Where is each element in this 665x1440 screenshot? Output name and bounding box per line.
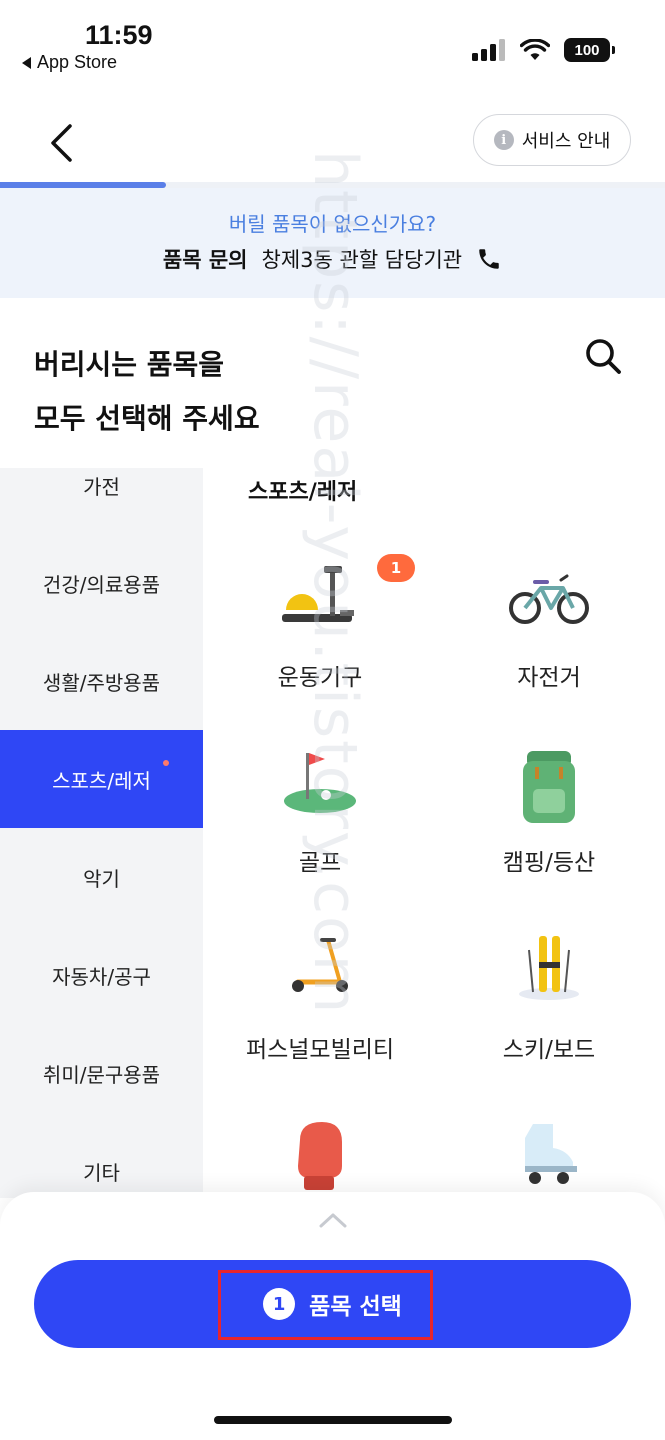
- treadmill-icon: [282, 566, 354, 622]
- header: i 서비스 안내: [0, 100, 665, 182]
- battery-indicator: 100: [564, 38, 615, 62]
- category-sports-leisure[interactable]: 스포츠/레저: [0, 730, 203, 828]
- item-personal-mobility[interactable]: 퍼스널모빌리티: [205, 932, 435, 1102]
- bottom-sheet: 1 품목 선택: [0, 1192, 665, 1440]
- back-triangle-icon: [22, 56, 31, 69]
- item-ski-board[interactable]: 스키/보드: [434, 932, 664, 1102]
- boxing-glove-icon: [298, 1122, 342, 1190]
- banner-question: 버릴 품목이 없으신가요?: [228, 212, 437, 236]
- status-time: 11:59: [85, 20, 153, 50]
- phone-icon[interactable]: [476, 246, 502, 272]
- chevron-up-icon[interactable]: [318, 1210, 348, 1230]
- category-label: 건강/의료용품: [42, 572, 161, 597]
- item-golf[interactable]: 골프: [205, 745, 435, 915]
- item-exercise-equipment[interactable]: 1 운동기구: [205, 554, 435, 730]
- page-title: 버리시는 품목을 모두 선택해 주세요: [34, 338, 260, 446]
- inquiry-label: 품목 문의: [162, 248, 248, 272]
- item-camping-hiking[interactable]: 캠핑/등산: [434, 745, 664, 915]
- chevron-left-icon: [51, 124, 72, 162]
- category-instruments[interactable]: 악기: [0, 828, 203, 926]
- category-living-kitchen[interactable]: 생활/주방용품: [0, 632, 203, 730]
- cellular-signal-icon: [472, 39, 505, 61]
- back-to-app-store[interactable]: App Store: [22, 52, 117, 73]
- back-app-label: App Store: [37, 52, 118, 72]
- status-icons: 100: [472, 38, 615, 62]
- search-icon[interactable]: [581, 334, 625, 378]
- home-indicator: [214, 1416, 452, 1424]
- status-bar: 11:59 App Store 100: [0, 0, 665, 80]
- select-items-label: 품목 선택: [309, 1294, 402, 1320]
- selected-count-badge: 1: [377, 554, 415, 582]
- bicycle-icon: [509, 574, 589, 624]
- item-label: 골프: [298, 850, 342, 876]
- service-guide-label: 서비스 안내: [521, 131, 611, 152]
- category-label: 가전: [83, 474, 120, 499]
- inquiry-target: 창제3동 관할 담당기관: [261, 248, 463, 272]
- category-car-tools[interactable]: 자동차/공구: [0, 926, 203, 1024]
- category-label: 악기: [83, 866, 120, 891]
- section-title: 스포츠/레저: [248, 480, 358, 505]
- category-label: 생활/주방용품: [42, 670, 161, 695]
- wifi-icon: [520, 39, 550, 60]
- select-items-button[interactable]: 1 품목 선택: [34, 1260, 631, 1348]
- ski-icon: [519, 936, 579, 1000]
- category-label: 스포츠/레저: [52, 768, 151, 793]
- item-label: 캠핑/등산: [502, 850, 596, 876]
- category-appliances[interactable]: 가전: [0, 436, 203, 534]
- page-title-line1: 버리시는 품목을: [34, 348, 225, 381]
- selected-dot-indicator: [163, 760, 169, 766]
- scooter-icon: [292, 938, 348, 992]
- category-health-medical[interactable]: 건강/의료용품: [0, 534, 203, 632]
- category-sidebar: 가전 건강/의료용품 생활/주방용품 스포츠/레저 악기 자동차/공구 취미/문…: [0, 468, 203, 1198]
- banner-inquiry-line[interactable]: 품목 문의 창제3동 관할 담당기관: [0, 244, 665, 274]
- info-icon: i: [493, 130, 514, 150]
- item-label: 퍼스널모빌리티: [245, 1037, 395, 1063]
- backpack-icon: [523, 751, 575, 823]
- selected-count: 1: [263, 1288, 296, 1320]
- item-bicycle[interactable]: 자전거: [434, 560, 664, 730]
- roller-skate-icon: [525, 1124, 577, 1184]
- category-label: 취미/문구용품: [42, 1062, 161, 1087]
- inquiry-banner: 버릴 품목이 없으신가요? 품목 문의 창제3동 관할 담당기관: [0, 188, 665, 298]
- golf-icon: [284, 753, 356, 813]
- category-label: 자동차/공구: [52, 964, 151, 989]
- item-label: 운동기구: [277, 665, 363, 691]
- item-label: 자전거: [517, 665, 581, 691]
- service-guide-button[interactable]: i 서비스 안내: [473, 114, 631, 166]
- category-hobby-stationery[interactable]: 취미/문구용품: [0, 1024, 203, 1122]
- category-label: 기타: [83, 1160, 120, 1185]
- back-button[interactable]: [36, 118, 86, 168]
- item-label: 스키/보드: [502, 1037, 596, 1063]
